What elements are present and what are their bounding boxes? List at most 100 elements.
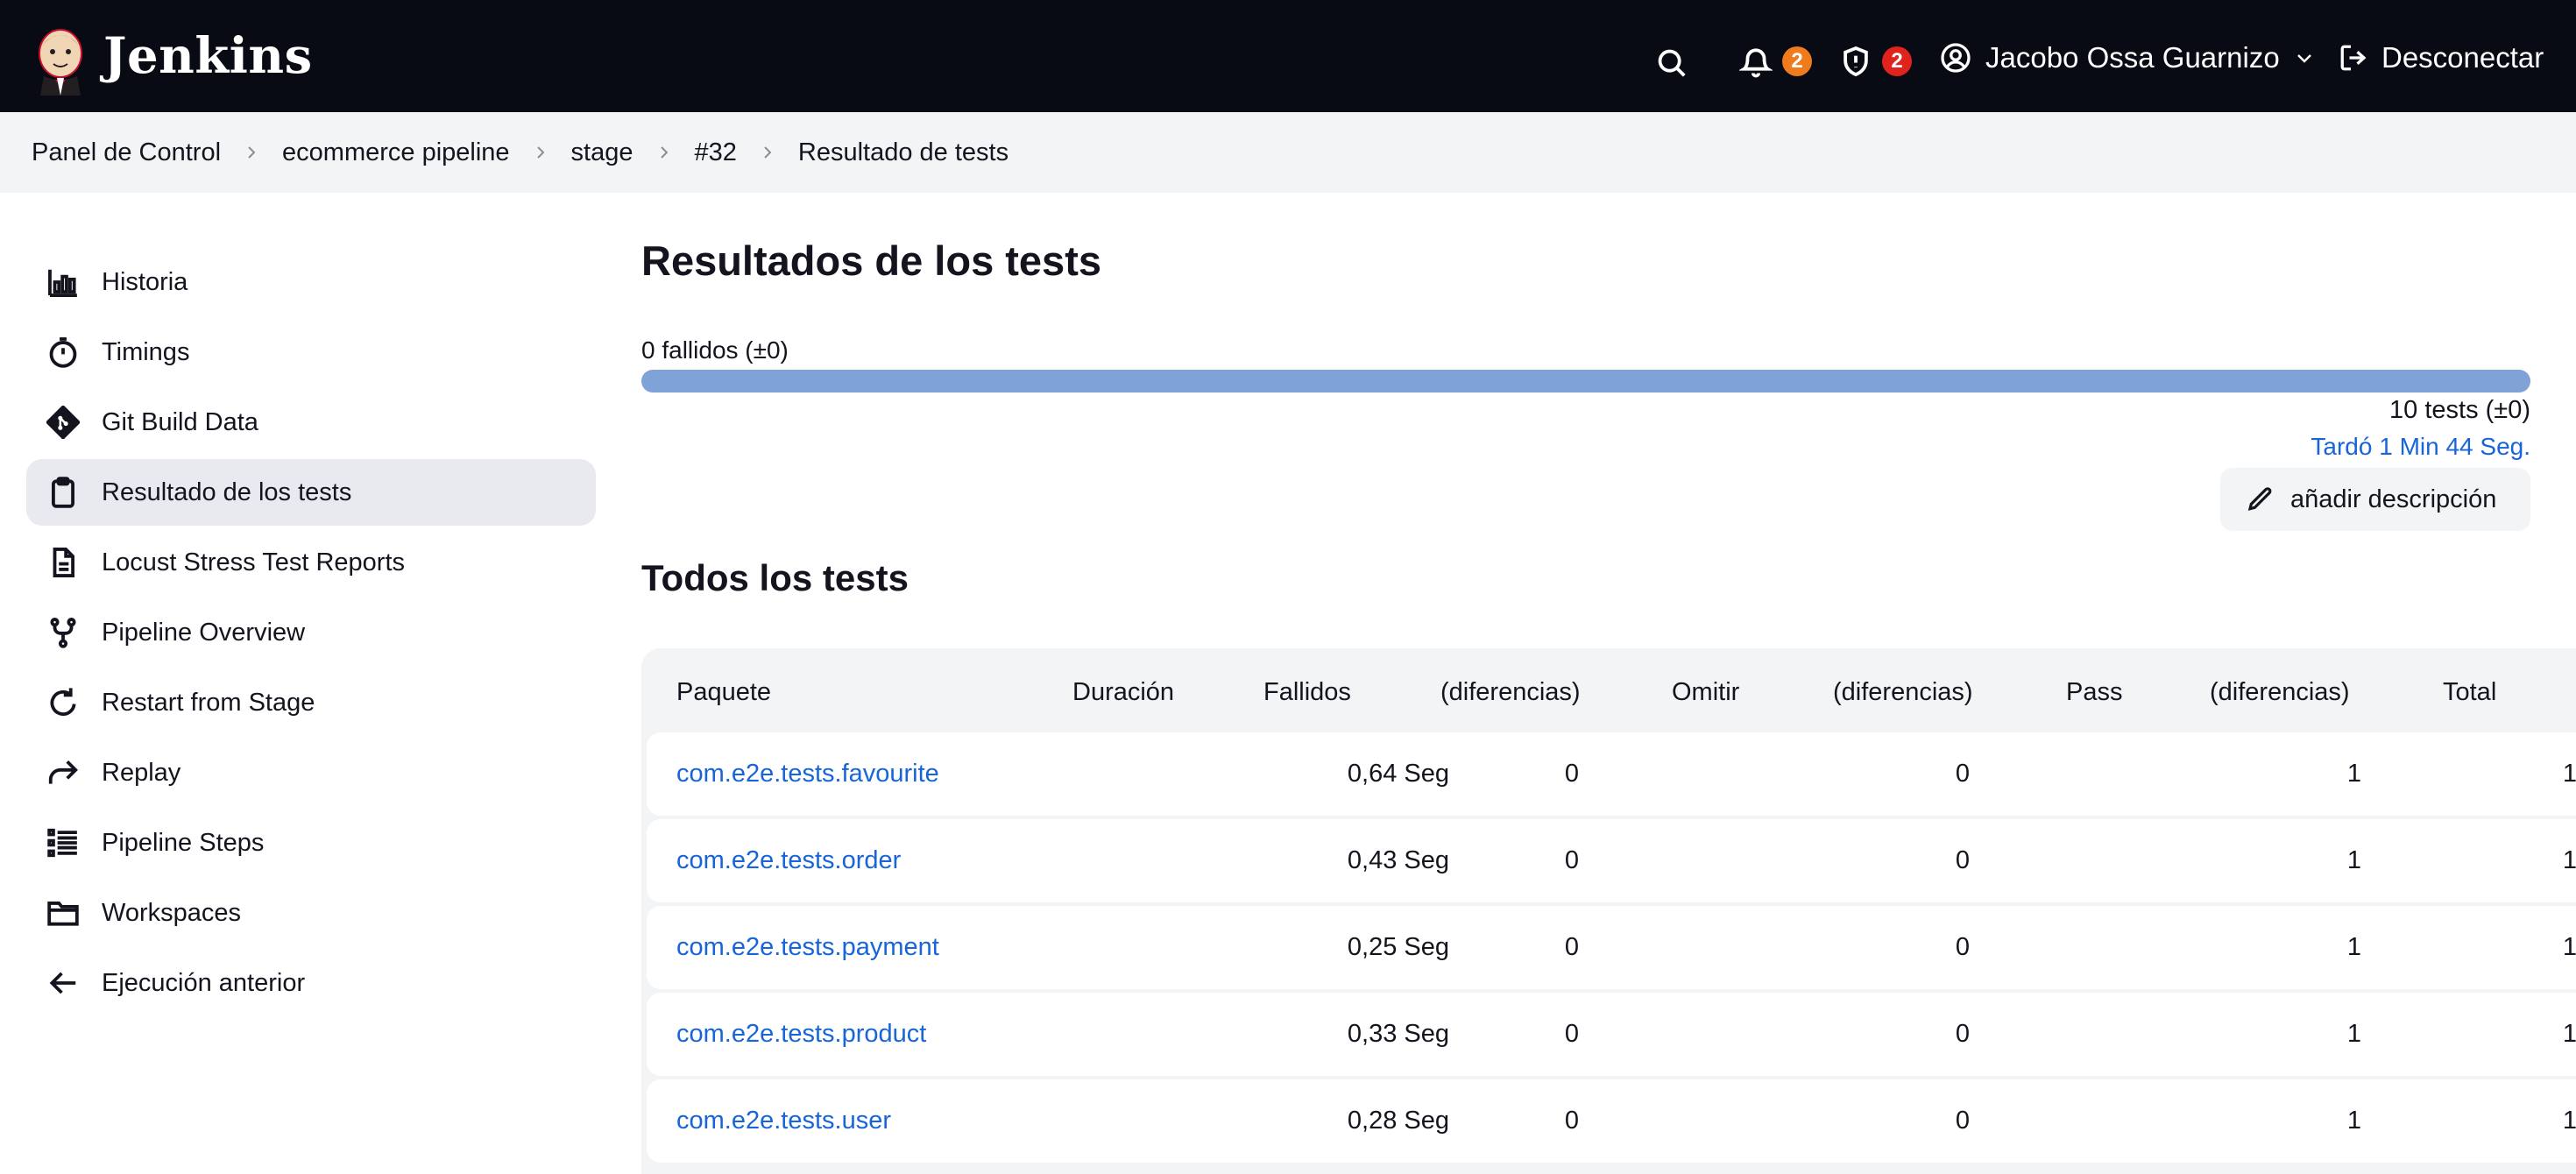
package-link[interactable]: com.e2e.tests.order — [676, 819, 901, 902]
total-cell: 1 — [2562, 1107, 2576, 1135]
table-row: com.e2e.tests.favourite 0,64 Seg 0 0 1 1 — [647, 732, 2576, 816]
tests-count: 10 tests (±0) — [2389, 396, 2530, 424]
package-link[interactable]: com.e2e.tests.favourite — [676, 732, 939, 816]
breadcrumb-build[interactable]: #32 — [695, 138, 737, 167]
duration-cell: 0,33 Seg — [1347, 1020, 1449, 1048]
failed-cell: 0 — [1564, 846, 1579, 874]
duration-cell: 0,25 Seg — [1347, 933, 1449, 961]
sidebar-item-replay[interactable]: Replay — [26, 739, 596, 806]
sidebar-item-pipeline-steps[interactable]: Pipeline Steps — [26, 810, 596, 876]
package-link[interactable]: com.e2e.tests.user — [676, 1079, 891, 1163]
user-circle-icon — [1941, 43, 1971, 73]
column-header-skipped-diff[interactable]: (diferencias) — [1833, 652, 1973, 732]
pass-cell: 1 — [2346, 760, 2361, 788]
bell-icon — [1739, 48, 1773, 78]
sidebar-item-restart-from-stage[interactable]: Restart from Stage — [26, 669, 596, 736]
fork-icon — [46, 615, 81, 650]
test-result-bar — [641, 370, 2530, 393]
sidebar-item-locust-reports[interactable]: Locust Stress Test Reports — [26, 529, 596, 596]
app-name: Jenkins — [103, 27, 313, 85]
duration-cell: 0,43 Seg — [1347, 846, 1449, 874]
sidebar-item-test-results[interactable]: Resultado de los tests — [26, 459, 596, 526]
total-cell: 1 — [2562, 760, 2576, 788]
breadcrumb-current[interactable]: Resultado de tests — [798, 138, 1008, 167]
failed-cell: 0 — [1564, 760, 1579, 788]
logout-label: Desconectar — [2381, 41, 2544, 74]
chevron-right-icon — [656, 145, 672, 160]
table-row: com.e2e.tests.payment 0,25 Seg 0 0 1 1 — [647, 906, 2576, 989]
page-title: Resultados de los tests — [641, 237, 1101, 284]
sidebar-item-label: Ejecución anterior — [102, 968, 306, 997]
sidebar-item-label: Locust Stress Test Reports — [102, 548, 406, 576]
chevron-right-icon — [533, 145, 548, 160]
sidebar-item-label: Git Build Data — [102, 407, 258, 436]
sidebar-item-label: Workspaces — [102, 898, 242, 927]
skipped-cell: 0 — [1955, 933, 1970, 961]
skipped-cell: 0 — [1955, 846, 1970, 874]
column-header-duration[interactable]: Duración — [1072, 652, 1174, 732]
notifications-button[interactable] — [1738, 42, 1773, 81]
add-description-button[interactable]: añadir descripción — [2220, 468, 2530, 531]
column-header-total[interactable]: Total — [2443, 652, 2496, 732]
total-cell: 1 — [2562, 1020, 2576, 1048]
user-menu[interactable]: Jacobo Ossa Guarnizo — [1940, 40, 2315, 75]
security-button[interactable] — [1838, 42, 1873, 81]
sidebar-item-label: Replay — [102, 758, 181, 787]
failed-count: 0 fallidos (±0) — [641, 336, 789, 364]
column-header-failed-diff[interactable]: (diferencias) — [1440, 652, 1581, 732]
skipped-cell: 0 — [1955, 1020, 1970, 1048]
list-icon — [46, 825, 81, 860]
total-cell: 1 — [2562, 846, 2576, 874]
total-cell: 1 — [2562, 933, 2576, 961]
add-description-label: añadir descripción — [2290, 484, 2497, 513]
duration-cell: 0,64 Seg — [1347, 760, 1449, 788]
duration-cell: 0,28 Seg — [1347, 1107, 1449, 1135]
column-header-failed[interactable]: Fallidos — [1263, 652, 1351, 732]
column-header-package[interactable]: Paquete — [676, 652, 771, 732]
failed-cell: 0 — [1564, 933, 1579, 961]
column-header-skipped[interactable]: Omitir — [1672, 652, 1739, 732]
duration-link[interactable]: Tardó 1 Min 44 Seg. — [2311, 433, 2530, 461]
shield-alert-icon — [1844, 46, 1868, 77]
breadcrumb-job[interactable]: ecommerce pipeline — [282, 138, 510, 167]
sidebar-item-workspaces[interactable]: Workspaces — [26, 880, 596, 946]
skipped-cell: 0 — [1955, 1107, 1970, 1135]
notifications-badge: 2 — [1782, 46, 1812, 76]
pencil-icon — [2247, 487, 2272, 511]
sidebar-item-label: Historia — [102, 267, 188, 296]
table-row: com.e2e.tests.order 0,43 Seg 0 0 1 1 — [647, 819, 2576, 902]
user-name: Jacobo Ossa Guarnizo — [1985, 41, 2280, 74]
security-badge: 2 — [1882, 46, 1912, 76]
table-header: Paquete Duración Fallidos (diferencias) … — [647, 652, 2576, 732]
chevron-down-icon — [2296, 54, 2311, 63]
git-icon — [46, 405, 81, 440]
sidebar-item-timings[interactable]: Timings — [26, 319, 596, 385]
failed-cell: 0 — [1564, 1020, 1579, 1048]
section-title: Todos los tests — [641, 557, 909, 598]
table-row: com.e2e.tests.user 0,28 Seg 0 0 1 1 — [647, 1079, 2576, 1163]
document-icon — [46, 545, 81, 580]
sidebar-item-previous-build[interactable]: Ejecución anterior — [26, 950, 596, 1016]
package-link[interactable]: com.e2e.tests.payment — [676, 906, 939, 989]
breadcrumb-stage[interactable]: stage — [571, 138, 633, 167]
search-icon — [1658, 49, 1686, 77]
sidebar-item-historia[interactable]: Historia — [26, 249, 596, 315]
logout-button[interactable]: Desconectar — [2338, 40, 2544, 75]
breadcrumb-dashboard[interactable]: Panel de Control — [32, 138, 221, 167]
package-link[interactable]: com.e2e.tests.product — [676, 993, 926, 1076]
sidebar-item-git-build-data[interactable]: Git Build Data — [26, 389, 596, 456]
column-header-pass[interactable]: Pass — [2066, 652, 2122, 732]
breadcrumb: Panel de Control ecommerce pipeline stag… — [0, 112, 2576, 193]
clipboard-icon — [46, 475, 81, 510]
jenkins-home-link[interactable]: Jenkins — [33, 25, 313, 95]
sidebar-item-label: Restart from Stage — [102, 688, 315, 717]
search-button[interactable] — [1652, 44, 1691, 82]
sidebar-item-label: Pipeline Steps — [102, 828, 265, 857]
skipped-cell: 0 — [1955, 760, 1970, 788]
table-row: com.e2e.tests.product 0,33 Seg 0 0 1 1 — [647, 993, 2576, 1076]
sidebar-item-pipeline-overview[interactable]: Pipeline Overview — [26, 599, 596, 666]
column-header-pass-diff[interactable]: (diferencias) — [2210, 652, 2350, 732]
sidebar: Historia Timings Git Build Data Resultad… — [26, 249, 596, 1020]
replay-icon — [46, 755, 81, 790]
logout-icon — [2340, 45, 2367, 71]
